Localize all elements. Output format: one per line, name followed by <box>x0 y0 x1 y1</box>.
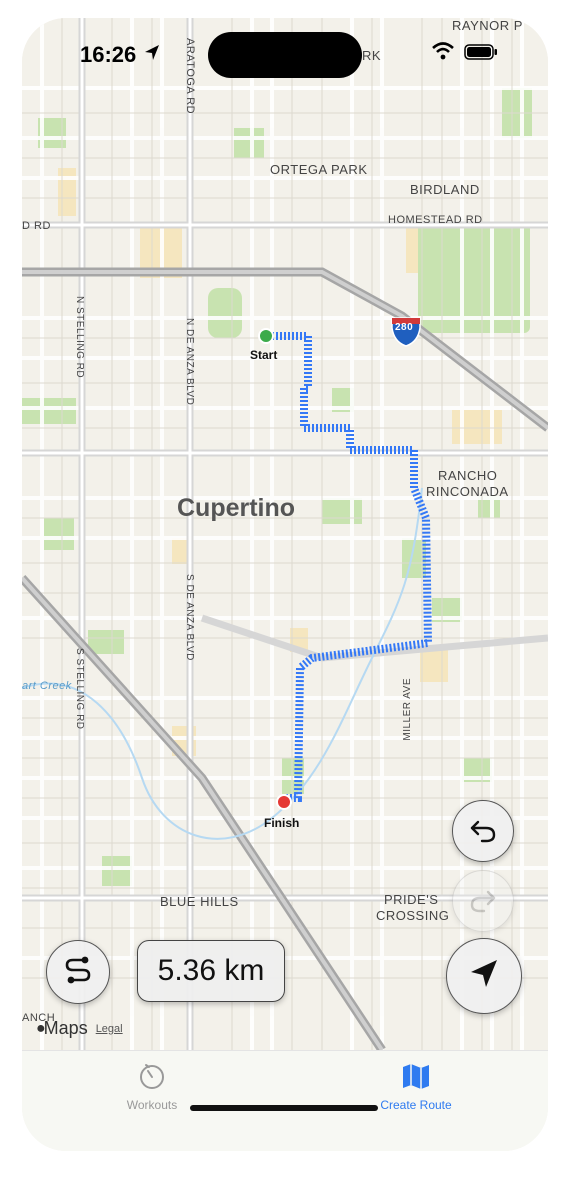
dynamic-island <box>208 32 362 78</box>
wifi-icon <box>432 42 454 65</box>
route-toggle-button[interactable] <box>46 940 110 1004</box>
start-label: Start <box>250 348 278 362</box>
undo-icon <box>468 814 498 849</box>
current-location-button[interactable] <box>446 938 522 1014</box>
city-label: Cupertino <box>177 494 296 522</box>
maps-attribution: ● Maps Legal <box>36 1018 123 1039</box>
map-label-rancho: RANCHO <box>438 468 498 483</box>
map-label-rinconada: RINCONADA <box>426 484 509 499</box>
map-label-crossing: CROSSING <box>376 908 450 923</box>
undo-button[interactable] <box>452 800 514 862</box>
redo-icon <box>468 884 498 919</box>
redo-button[interactable] <box>452 870 514 932</box>
home-indicator <box>190 1105 378 1111</box>
map-label-birdland: BIRDLAND <box>410 182 480 197</box>
maps-brand: Maps <box>43 1018 88 1038</box>
route-icon <box>61 953 95 992</box>
map-label-280: 280 <box>395 322 414 333</box>
status-time: 16:26 <box>80 42 137 67</box>
map-label-s-de-anza-blvd: S DE ANZA BLVD <box>184 574 195 661</box>
map-label-prides: PRIDE'S <box>384 892 439 907</box>
map-label-homestead-rd: HOMESTEAD RD <box>388 214 483 226</box>
finish-label: Finish <box>264 816 300 830</box>
map-label-s-stelling-rd: S STELLING RD <box>74 648 85 730</box>
tab-bar: Workouts Create Route <box>22 1050 548 1151</box>
map-label-n-de-anza-blvd: N DE ANZA BLVD <box>184 318 195 406</box>
battery-icon <box>464 44 498 65</box>
map-label-d-rd: D RD <box>22 220 51 232</box>
map-label-n-stelling-rd: N STELLING RD <box>74 296 85 379</box>
map-label-blue-hills: BLUE HILLS <box>160 894 239 909</box>
phone-screen: RAYNOR P ARATOGA RD RK ORTEGA PARK BIRDL… <box>22 18 548 1151</box>
location-services-icon <box>144 44 160 67</box>
location-arrow-icon <box>467 957 501 996</box>
legal-link[interactable]: Legal <box>96 1023 123 1035</box>
map-label-creek: art Creek <box>22 680 72 692</box>
stopwatch-icon <box>137 1064 167 1094</box>
status-bar: 16:26 <box>22 18 548 78</box>
map-icon <box>401 1064 431 1094</box>
route-distance: 5.36 km <box>137 940 285 1002</box>
map-label-ortega-park: ORTEGA PARK <box>270 162 368 177</box>
map-label-miller-ave: MILLER AVE <box>402 678 413 741</box>
